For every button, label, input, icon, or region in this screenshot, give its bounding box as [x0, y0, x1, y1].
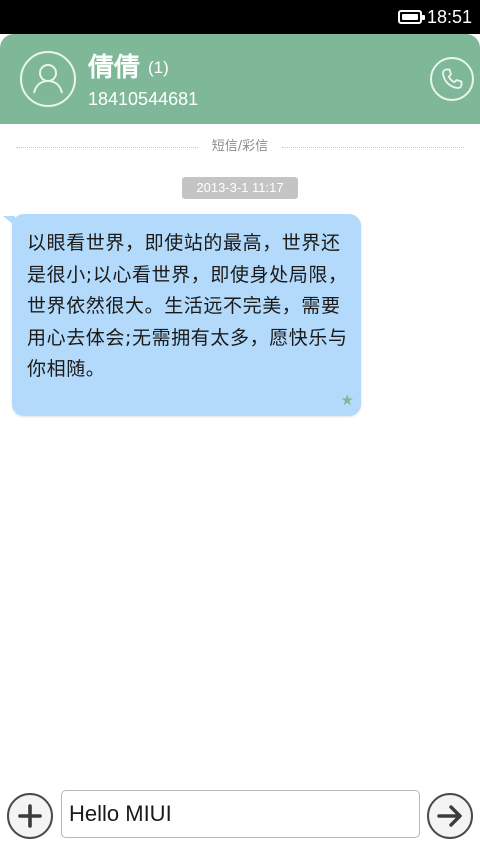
- contact-phone-number: 18410544681: [88, 89, 199, 109]
- message-type-label: 短信/彩信: [211, 139, 269, 154]
- message-input[interactable]: Hello MIUI: [61, 790, 420, 838]
- message-text: 以眼看世界，即使站的最高，世界还是很小;以心看世界，即使身处局限，世界依然很大。…: [27, 232, 348, 380]
- message-timestamp: 2013-3-1 11:17: [182, 177, 298, 199]
- phone-icon: [442, 68, 463, 89]
- divider-line-left: [16, 147, 198, 148]
- compose-bar: Hello MIUI: [0, 781, 480, 853]
- call-button[interactable]: [430, 57, 474, 101]
- divider-line-right: [282, 147, 464, 148]
- battery-full-icon: [397, 10, 425, 24]
- person-icon: [33, 64, 63, 94]
- arrow-right-icon: [437, 805, 462, 827]
- send-button[interactable]: [427, 793, 473, 839]
- unread-count: (1): [148, 58, 169, 77]
- conversation-header: 倩倩 (1) 18410544681: [0, 34, 480, 124]
- status-bar: 18:51: [0, 0, 480, 34]
- incoming-message-bubble[interactable]: 以眼看世界，即使站的最高，世界还是很小;以心看世界，即使身处局限，世界依然很大。…: [3, 214, 361, 416]
- status-indicators: 18:51: [397, 0, 472, 34]
- attach-button[interactable]: [7, 793, 53, 839]
- plus-icon: [18, 804, 42, 828]
- star-icon[interactable]: ★: [341, 393, 354, 408]
- contact-avatar[interactable]: [20, 51, 76, 107]
- status-clock: 18:51: [426, 6, 472, 27]
- message-type-divider: 短信/彩信: [16, 136, 464, 158]
- contact-name: 倩倩: [88, 53, 141, 83]
